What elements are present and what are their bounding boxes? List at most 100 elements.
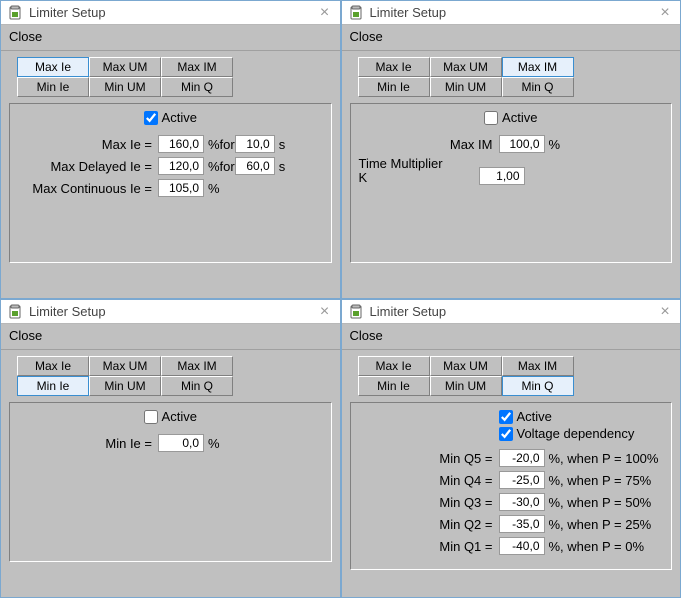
param-value[interactable]: -30,0 <box>499 493 545 511</box>
tab-min-q[interactable]: Min Q <box>502 376 574 396</box>
menubar: Close <box>1 25 340 51</box>
close-menu[interactable]: Close <box>346 27 387 46</box>
limiter-panel-3: Limiter Setup×CloseMax IeMax UMMax IMMin… <box>341 299 681 598</box>
param-row: Max Continuous Ie =105,0% <box>18 179 323 197</box>
param-row: Max Ie =160,0%for10,0s <box>18 135 323 153</box>
param-value[interactable]: 100,0 <box>499 135 545 153</box>
titlebar: Limiter Setup × <box>342 1 681 25</box>
tab-min-um[interactable]: Min UM <box>89 376 161 396</box>
tab-min-um[interactable]: Min UM <box>430 77 502 97</box>
param-value[interactable]: -20,0 <box>499 449 545 467</box>
panel-body: Max IeMax UMMax IMMin IeMin UMMin QActiv… <box>342 51 681 298</box>
param-value[interactable]: 120,0 <box>158 157 204 175</box>
settings-frame: ActiveVoltage dependencyMin Q5 =-20,0%, … <box>350 402 673 570</box>
close-menu[interactable]: Close <box>5 27 46 46</box>
param-value-2[interactable]: 60,0 <box>235 157 275 175</box>
active-checkbox[interactable] <box>144 111 158 125</box>
tab-max-um[interactable]: Max UM <box>89 57 161 77</box>
settings-frame: Active Max Ie =160,0%for10,0s Max Delayed … <box>9 103 332 263</box>
panel-body: Max IeMax UMMax IM Min IeMin UMMin Q Activ… <box>1 51 340 298</box>
tab-max-ie[interactable]: Max Ie <box>358 356 430 376</box>
param-row: Max IM100,0% <box>359 135 664 153</box>
tab-max-im[interactable]: Max IM <box>161 356 233 376</box>
app-icon <box>7 304 23 320</box>
tab-strip: Max IeMax UMMax IM Min IeMin UMMin Q <box>17 57 332 97</box>
tab-min-q[interactable]: Min Q <box>161 376 233 396</box>
settings-frame: Active Min Ie =0,0% <box>9 402 332 562</box>
active-checkbox[interactable] <box>499 410 513 424</box>
param-unit: % <box>204 181 220 196</box>
active-checkbox[interactable] <box>144 410 158 424</box>
tab-max-im[interactable]: Max IM <box>502 356 574 376</box>
param-unit: %, when P = 75% <box>545 473 652 488</box>
close-menu[interactable]: Close <box>5 326 46 345</box>
window-title: Limiter Setup <box>370 5 651 20</box>
tab-min-ie[interactable]: Min Ie <box>358 77 430 97</box>
param-label: Min Q1 = <box>359 539 499 554</box>
param-row: Min Q3 =-30,0%, when P = 50% <box>359 493 664 511</box>
active-checkbox[interactable] <box>484 111 498 125</box>
tab-strip: Max IeMax UMMax IM Min IeMin UMMin Q <box>358 57 673 97</box>
window-title: Limiter Setup <box>29 5 310 20</box>
titlebar: Limiter Setup× <box>342 300 681 324</box>
param-row: Time MultiplierK1,00 <box>359 157 664 185</box>
param-label: Max IM <box>359 137 499 152</box>
window-title: Limiter Setup <box>29 304 310 319</box>
tab-max-im[interactable]: Max IM <box>502 57 574 77</box>
menubar: Close <box>1 324 340 350</box>
tab-max-um[interactable]: Max UM <box>430 57 502 77</box>
tab-min-ie[interactable]: Min Ie <box>358 376 430 396</box>
voltage-dependency-checkbox[interactable] <box>499 427 513 441</box>
active-label: Active <box>162 110 197 125</box>
close-icon[interactable]: × <box>316 5 334 21</box>
param-value[interactable]: 0,0 <box>158 434 204 452</box>
limiter-panel-1: Limiter Setup×CloseMax IeMax UMMax IMMin… <box>341 0 681 299</box>
param-unit: %, when P = 25% <box>545 517 652 532</box>
param-label: Max Delayed Ie = <box>18 159 158 174</box>
tab-min-ie[interactable]: Min Ie <box>17 376 89 396</box>
param-label: Min Q2 = <box>359 517 499 532</box>
param-value[interactable]: 1,00 <box>479 167 525 185</box>
tab-min-ie[interactable]: Min Ie <box>17 77 89 97</box>
close-menu[interactable]: Close <box>346 326 387 345</box>
tab-strip: Max IeMax UMMax IM Min IeMin UMMin Q <box>358 356 673 396</box>
tab-min-um[interactable]: Min UM <box>89 77 161 97</box>
param-value[interactable]: -35,0 <box>499 515 545 533</box>
param-value[interactable]: 160,0 <box>158 135 204 153</box>
panel-body: Max IeMax UMMax IM Min IeMin UMMin Q Activ… <box>342 350 681 597</box>
param-value[interactable]: 105,0 <box>158 179 204 197</box>
tab-min-um[interactable]: Min UM <box>430 376 502 396</box>
param-row: Min Ie =0,0% <box>18 434 323 452</box>
close-icon[interactable]: × <box>656 304 674 320</box>
param-value[interactable]: -40,0 <box>499 537 545 555</box>
close-icon[interactable]: × <box>656 5 674 21</box>
titlebar: Limiter Setup × <box>1 1 340 25</box>
param-tail: s <box>275 137 286 152</box>
tab-max-um[interactable]: Max UM <box>89 356 161 376</box>
param-row: Min Q5 =-20,0%, when P = 100% <box>359 449 664 467</box>
tab-max-um[interactable]: Max UM <box>430 356 502 376</box>
panel-body: Max IeMax UMMax IM Min IeMin UMMin Q Activ… <box>1 350 340 597</box>
tab-max-ie[interactable]: Max Ie <box>358 57 430 77</box>
active-label: Active <box>502 110 537 125</box>
param-row: Min Q1 =-40,0%, when P = 0% <box>359 537 664 555</box>
param-label: Min Q5 = <box>359 451 499 466</box>
menubar: Close <box>342 324 681 350</box>
tab-strip: Max IeMax UMMax IM Min IeMin UMMin Q <box>17 356 332 396</box>
limiter-panel-2: Limiter Setup×CloseMax IeMax UMMax IMMin… <box>0 299 341 598</box>
tab-max-ie[interactable]: Max Ie <box>17 57 89 77</box>
param-value-2[interactable]: 10,0 <box>235 135 275 153</box>
tab-min-q[interactable]: Min Q <box>502 77 574 97</box>
param-tail: s <box>275 159 286 174</box>
param-unit: %, when P = 100% <box>545 451 659 466</box>
tab-max-im[interactable]: Max IM <box>161 57 233 77</box>
titlebar: Limiter Setup × <box>1 300 340 324</box>
param-row: Min Q4 =-25,0%, when P = 75% <box>359 471 664 489</box>
param-label: Min Q4 = <box>359 473 499 488</box>
tab-min-q[interactable]: Min Q <box>161 77 233 97</box>
param-value[interactable]: -25,0 <box>499 471 545 489</box>
active-label: Active <box>162 409 197 424</box>
app-icon <box>348 304 364 320</box>
close-icon[interactable]: × <box>316 304 334 320</box>
tab-max-ie[interactable]: Max Ie <box>17 356 89 376</box>
